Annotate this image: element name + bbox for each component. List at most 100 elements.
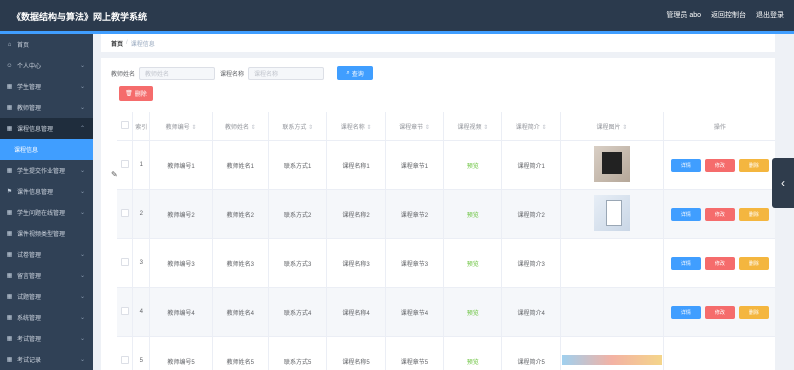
table-row: 4 教师编号4 教师姓名4 联系方式4 课程名称4 课程章节4 预览 课程简介4… <box>117 287 775 337</box>
chevron-down-icon: ⌄ <box>79 63 85 69</box>
sidebar-item-papers[interactable]: ▦ 试卷管理 ⌄ <box>0 244 93 265</box>
home-icon: ⌂ <box>7 41 12 48</box>
row-select-cell[interactable] <box>117 336 134 370</box>
column-header-sortable[interactable]: 教师编号 ⇕ <box>149 112 213 141</box>
chevron-left-icon: ‹ <box>781 176 785 190</box>
cell-teacher-no: 教师编号5 <box>149 336 213 370</box>
column-header-sortable[interactable]: 教师姓名 ⇕ <box>212 112 270 141</box>
sidebar-item-label: 考试记录 <box>17 358 42 364</box>
grid-icon: ▦ <box>6 231 13 237</box>
edit-button[interactable]: 修改 <box>704 158 735 172</box>
sidebar-item-questions[interactable]: ▦ 学生问题在线管理 ⌄ <box>0 202 93 223</box>
delete-button[interactable]: 删除 <box>738 207 769 221</box>
column-header-sortable[interactable]: 联系方式 ⇕ <box>268 112 328 141</box>
sidebar-item-profile[interactable]: ☺ 个人中心 ⌄ <box>0 55 93 76</box>
sidebar-item-label: 课件视频类型管理 <box>17 232 66 238</box>
chevron-down-icon: ⌄ <box>79 105 85 111</box>
edit-button[interactable]: 修改 <box>704 256 735 270</box>
sidebar-item-system[interactable]: ▦ 系统管理 ⌄ <box>0 307 93 328</box>
delete-button[interactable]: 删除 <box>738 158 769 172</box>
chevron-down-icon: ⌄ <box>79 336 85 342</box>
column-header-sortable[interactable]: 课程章节 ⇕ <box>385 112 445 141</box>
course-image-thumbnail[interactable] <box>593 146 630 182</box>
sort-icon: ⇕ <box>250 124 256 131</box>
grid-icon: ▦ <box>6 126 13 132</box>
row-checkbox[interactable] <box>120 258 129 266</box>
batch-delete-button[interactable]: 🗑 删除 <box>119 86 153 101</box>
detail-button[interactable]: 详情 <box>670 158 701 172</box>
course-image-thumbnail[interactable] <box>593 195 630 231</box>
row-checkbox[interactable] <box>120 160 129 168</box>
sidebar-item-students[interactable]: ▦ 学生管理 ⌄ <box>0 76 93 97</box>
sidebar-item-video-types[interactable]: ▦ 课件视频类型管理 <box>0 223 93 244</box>
column-header-sortable[interactable]: 课程视频 ⇕ <box>443 112 503 141</box>
grid-icon: ▦ <box>6 273 13 279</box>
sidebar-item-messages[interactable]: ▦ 留言管理 ⌄ <box>0 265 93 286</box>
settings-drawer-toggle[interactable]: ‹ <box>772 158 794 208</box>
sign-illustration <box>601 152 622 174</box>
sidebar-item-label: 个人中心 <box>17 64 42 70</box>
select-all-checkbox[interactable] <box>120 121 129 129</box>
detail-button[interactable]: 详情 <box>670 305 701 319</box>
row-checkbox[interactable] <box>120 209 129 217</box>
sidebar-item-exam-questions[interactable]: ▦ 试题管理 ⌄ <box>0 286 93 307</box>
cell-chapter: 课程章节2 <box>385 189 445 239</box>
sidebar-item-course-management[interactable]: ▦ 课程信息管理 ⌃ <box>0 118 93 139</box>
breadcrumb-home[interactable]: 首页 <box>111 39 123 48</box>
video-preview-link[interactable]: 预览 <box>467 262 479 268</box>
logout-link[interactable]: 退出登录 <box>756 10 784 20</box>
teacher-name-input[interactable]: 教师姓名 <box>139 66 216 80</box>
delete-button[interactable]: 删除 <box>738 256 769 270</box>
grid-icon: ▦ <box>6 315 13 321</box>
sidebar-item-teachers[interactable]: ▦ 教师管理 ⌄ <box>0 97 93 118</box>
grid-icon: ▦ <box>6 252 13 258</box>
sidebar-item-exams[interactable]: ▦ 考试管理 ⌄ <box>0 328 93 349</box>
edit-button[interactable]: 修改 <box>704 305 735 319</box>
admin-console-link[interactable]: 返回控制台 <box>711 10 746 20</box>
cell-course-name: 课程名称1 <box>326 140 386 190</box>
video-preview-link[interactable]: 预览 <box>467 213 479 219</box>
breadcrumb: 首页 / 课程信息 <box>101 34 775 52</box>
edit-button[interactable]: 修改 <box>704 207 735 221</box>
search-form: 教师姓名 教师姓名 课程名称 课程名称 ⌕ 查询 <box>111 66 374 80</box>
course-table: 索引 教师编号 ⇕ 教师姓名 ⇕ 联系方式 ⇕ 课程名称 ⇕ 课程章节 ⇕ 课程… <box>117 112 775 370</box>
delete-button[interactable]: 删除 <box>738 305 769 319</box>
video-preview-link[interactable]: 预览 <box>467 360 479 366</box>
row-checkbox[interactable] <box>120 307 129 315</box>
detail-button[interactable]: 详情 <box>670 256 701 270</box>
sidebar-item-courseware[interactable]: ⚑ 课件信息管理 ⌄ <box>0 181 93 202</box>
sidebar-item-label: 留言管理 <box>17 274 42 280</box>
search-button[interactable]: ⌕ 查询 <box>337 66 374 80</box>
row-select-cell[interactable] <box>117 140 134 190</box>
grid-icon: ▦ <box>6 105 13 111</box>
detail-button[interactable]: 详情 <box>670 207 701 221</box>
grid-icon: ▦ <box>6 210 13 216</box>
column-header-label: 课程名称 <box>340 124 365 131</box>
course-name-input[interactable]: 课程名称 <box>248 66 325 80</box>
sidebar-subitem-course-info[interactable]: 课程信息 <box>0 139 93 160</box>
chevron-down-icon: ⌄ <box>79 84 85 90</box>
cell-actions: 详情 修改 删除 <box>663 287 775 337</box>
sort-icon: ⇕ <box>366 124 372 131</box>
row-select-cell[interactable] <box>117 189 134 239</box>
cell-video: 预览 <box>443 189 503 239</box>
sort-icon: ⇕ <box>541 124 547 131</box>
row-checkbox[interactable] <box>120 356 129 364</box>
column-header-sortable[interactable]: 课程名称 ⇕ <box>326 112 386 141</box>
course-image-thumbnail[interactable] <box>561 355 662 365</box>
sidebar-item-home[interactable]: ⌂ 首页 <box>0 34 93 55</box>
cell-course-name: 课程名称3 <box>326 238 386 288</box>
cell-teacher-name: 教师姓名1 <box>212 140 270 190</box>
video-preview-link[interactable]: 预览 <box>467 164 479 170</box>
pencil-cursor-icon: ✎ <box>111 170 118 179</box>
select-all-header[interactable] <box>117 112 134 141</box>
row-select-cell[interactable] <box>117 238 134 288</box>
sidebar-item-homework[interactable]: ▦ 学生提交作业管理 ⌄ <box>0 160 93 181</box>
sidebar-item-label: 课程信息管理 <box>17 127 54 133</box>
video-preview-link[interactable]: 预览 <box>467 311 479 317</box>
sidebar-item-exam-records[interactable]: ▦ 考试记录 ⌄ <box>0 349 93 370</box>
column-header-sortable[interactable]: 课程简介 ⇕ <box>501 112 561 141</box>
column-header-sortable[interactable]: 课程图片 ⇕ <box>560 112 664 141</box>
cell-actions: 详情 修改 删除 <box>663 140 775 190</box>
row-select-cell[interactable] <box>117 287 134 337</box>
